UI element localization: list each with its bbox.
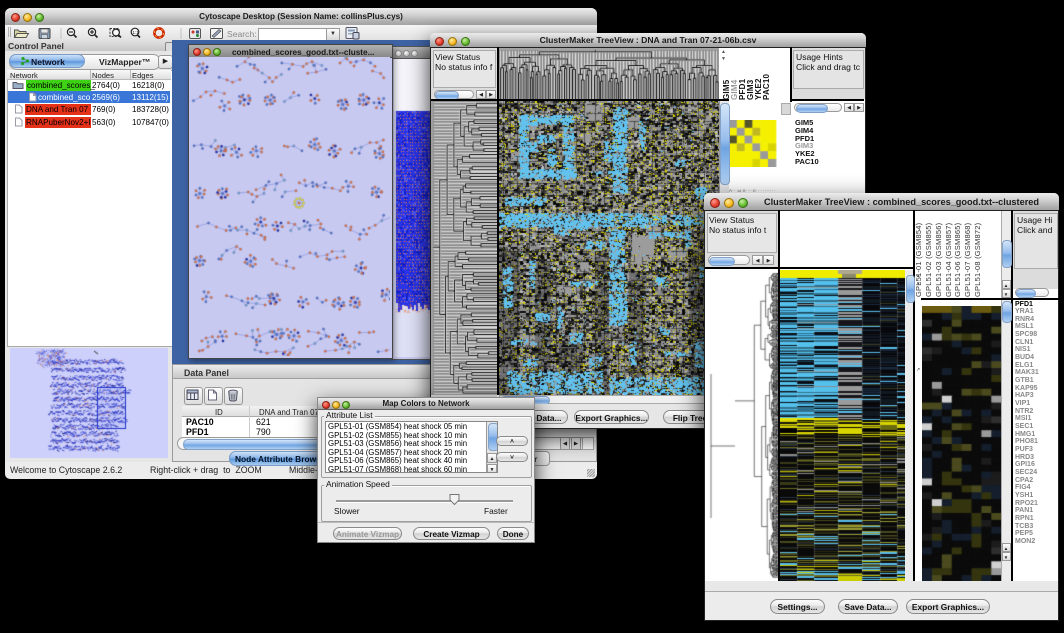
- svg-text:1:1: 1:1: [133, 30, 140, 35]
